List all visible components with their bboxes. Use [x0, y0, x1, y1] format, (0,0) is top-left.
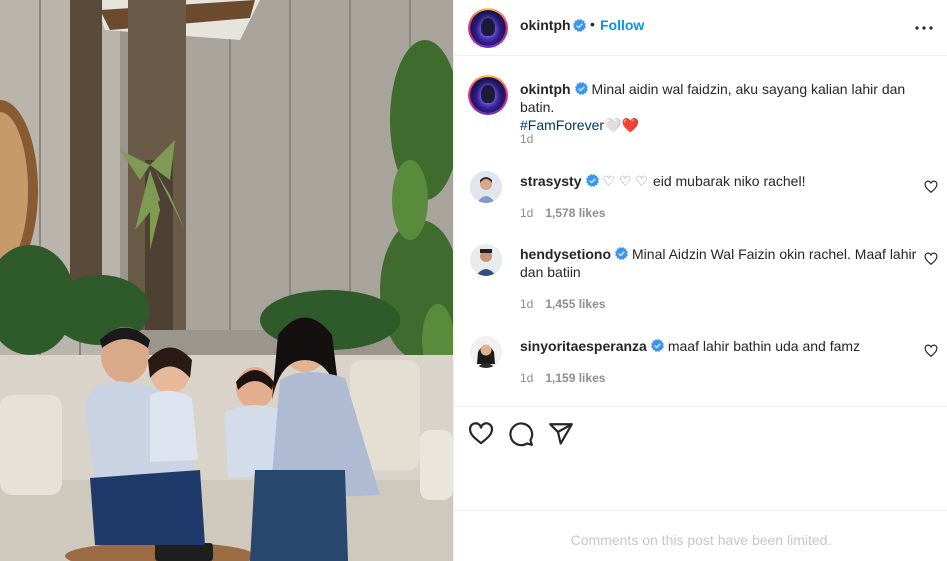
comment-heart-emoji: ♡ ♡ ♡: [602, 173, 648, 189]
comment-message: eid mubarak niko rachel!: [652, 173, 806, 189]
comment-like-heart-icon[interactable]: [924, 180, 938, 194]
post-photo[interactable]: [0, 0, 453, 561]
caption-emoji: 🤍❤️: [604, 117, 639, 133]
comment-likes[interactable]: 1,159 likes: [545, 371, 605, 385]
commenter-avatar[interactable]: [470, 171, 502, 203]
family-photo-illustration: [0, 0, 453, 561]
commenter-avatar[interactable]: [470, 336, 502, 368]
comment-meta: 1d 1,578 likes: [520, 206, 605, 220]
caption-hashtag[interactable]: #FamForever: [520, 117, 604, 133]
comments-list[interactable]: okintph Minal aidin wal faidzin, aku saya…: [454, 57, 947, 407]
comment-text-block: sinyoritaesperanza maaf lahir bathin uda …: [520, 337, 930, 355]
comments-limited-notice: Comments on this post have been limited.: [454, 510, 947, 561]
comment-likes[interactable]: 1,578 likes: [545, 206, 605, 220]
caption-author-avatar[interactable]: [468, 75, 508, 115]
comment-meta: 1d 1,455 likes: [520, 297, 605, 311]
comment-meta: 1d 1,159 likes: [520, 371, 605, 385]
send-icon[interactable]: [548, 421, 574, 447]
post-panel: okintph • Follow okintph Minal aidin wal …: [453, 0, 947, 561]
comment-icon[interactable]: [508, 421, 534, 447]
follow-button[interactable]: Follow: [600, 17, 644, 33]
post-action-bar: [454, 406, 947, 510]
comment-time[interactable]: 1d: [520, 371, 533, 385]
comment-username[interactable]: sinyoritaesperanza: [520, 338, 647, 354]
more-horizontal-icon[interactable]: [912, 16, 936, 40]
comment-username[interactable]: hendysetiono: [520, 246, 611, 262]
caption-time[interactable]: 1d: [520, 132, 533, 146]
heart-icon[interactable]: [468, 421, 494, 447]
comment-time[interactable]: 1d: [520, 206, 533, 220]
comment-time[interactable]: 1d: [520, 297, 533, 311]
comment-text-block: hendysetiono Minal Aidzin Wal Faizin okin…: [520, 245, 930, 281]
verified-badge-icon: [615, 247, 629, 260]
verified-badge-icon: [650, 339, 664, 352]
author-username[interactable]: okintph: [520, 17, 571, 33]
caption-text-block: okintph Minal aidin wal faidzin, aku saya…: [520, 80, 930, 134]
comment-text-block: strasysty ♡ ♡ ♡ eid mubarak niko rachel!: [520, 172, 930, 190]
author-avatar[interactable]: [468, 8, 508, 48]
verified-badge-icon: [585, 174, 599, 187]
commenter-avatar[interactable]: [470, 244, 502, 276]
post-header: okintph • Follow: [454, 0, 947, 56]
comment-message: maaf lahir bathin uda and famz: [667, 338, 861, 354]
verified-badge-icon: [574, 82, 588, 95]
verified-badge-icon: [573, 19, 586, 32]
comment-like-heart-icon[interactable]: [924, 344, 938, 358]
comment-username[interactable]: strasysty: [520, 173, 582, 189]
separator-dot: •: [590, 16, 595, 32]
comment-likes[interactable]: 1,455 likes: [545, 297, 605, 311]
caption-username[interactable]: okintph: [520, 81, 571, 97]
caption-meta: 1d: [520, 132, 533, 146]
comment-like-heart-icon[interactable]: [924, 252, 938, 266]
